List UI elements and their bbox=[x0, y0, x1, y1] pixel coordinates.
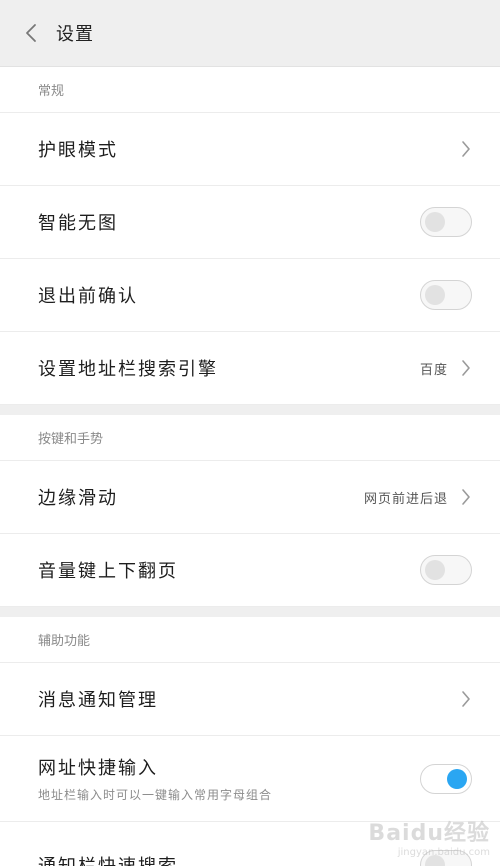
setting-search-engine[interactable]: 设置地址栏搜索引擎 百度 bbox=[0, 332, 500, 405]
edge-swipe-value: 网页前进后退 bbox=[363, 491, 448, 507]
setting-url-quick-input: 网址快捷输入 地址栏输入时可以一键输入常用字母组合 bbox=[0, 736, 500, 822]
section-header-gestures: 按键和手势 bbox=[0, 415, 500, 461]
chevron-right-icon bbox=[460, 139, 472, 159]
volume-key-paging-toggle[interactable] bbox=[420, 555, 472, 585]
row-label: 通知栏快速搜索 bbox=[38, 855, 178, 866]
confirm-exit-toggle[interactable] bbox=[420, 280, 472, 310]
watermark-url: jingyan.baidu.com bbox=[397, 847, 490, 858]
setting-volume-key-paging: 音量键上下翻页 bbox=[0, 534, 500, 607]
row-label: 退出前确认 bbox=[38, 286, 138, 307]
watermark-logo-text: Baidu经验 bbox=[368, 821, 490, 846]
chevron-right-icon bbox=[460, 358, 472, 378]
top-bar: 设置 bbox=[0, 0, 500, 67]
section-divider bbox=[0, 405, 500, 415]
row-label: 护眼模式 bbox=[38, 140, 118, 161]
toggle-knob bbox=[425, 285, 445, 305]
row-sublabel: 地址栏输入时可以一键输入常用字母组合 bbox=[38, 788, 273, 802]
setting-confirm-exit: 退出前确认 bbox=[0, 259, 500, 332]
page-title: 设置 bbox=[56, 24, 94, 45]
row-label: 边缘滑动 bbox=[38, 488, 118, 509]
toggle-knob bbox=[447, 768, 467, 789]
section-header-accessibility: 辅助功能 bbox=[0, 617, 500, 663]
setting-eye-protection[interactable]: 护眼模式 bbox=[0, 113, 500, 186]
setting-smart-no-image: 智能无图 bbox=[0, 186, 500, 259]
chevron-right-icon bbox=[460, 487, 472, 507]
chevron-left-icon bbox=[26, 24, 36, 42]
toggle-knob bbox=[425, 560, 445, 580]
row-label: 音量键上下翻页 bbox=[38, 561, 178, 582]
section-divider bbox=[0, 607, 500, 617]
url-quick-input-toggle[interactable] bbox=[420, 763, 472, 794]
row-label: 网址快捷输入 bbox=[38, 758, 158, 779]
baidu-watermark: Baidu经验 jingyan.baidu.com bbox=[368, 815, 490, 858]
chevron-right-icon bbox=[460, 689, 472, 709]
setting-notification-management[interactable]: 消息通知管理 bbox=[0, 663, 500, 736]
search-engine-value: 百度 bbox=[419, 362, 448, 378]
setting-edge-swipe[interactable]: 边缘滑动 网页前进后退 bbox=[0, 461, 500, 534]
row-label: 消息通知管理 bbox=[38, 690, 158, 711]
section-header-general: 常规 bbox=[0, 67, 500, 113]
row-label: 设置地址栏搜索引擎 bbox=[38, 359, 218, 380]
toggle-knob bbox=[425, 212, 445, 232]
smart-no-image-toggle[interactable] bbox=[420, 207, 472, 237]
back-button[interactable] bbox=[20, 22, 42, 44]
row-label: 智能无图 bbox=[38, 213, 118, 234]
